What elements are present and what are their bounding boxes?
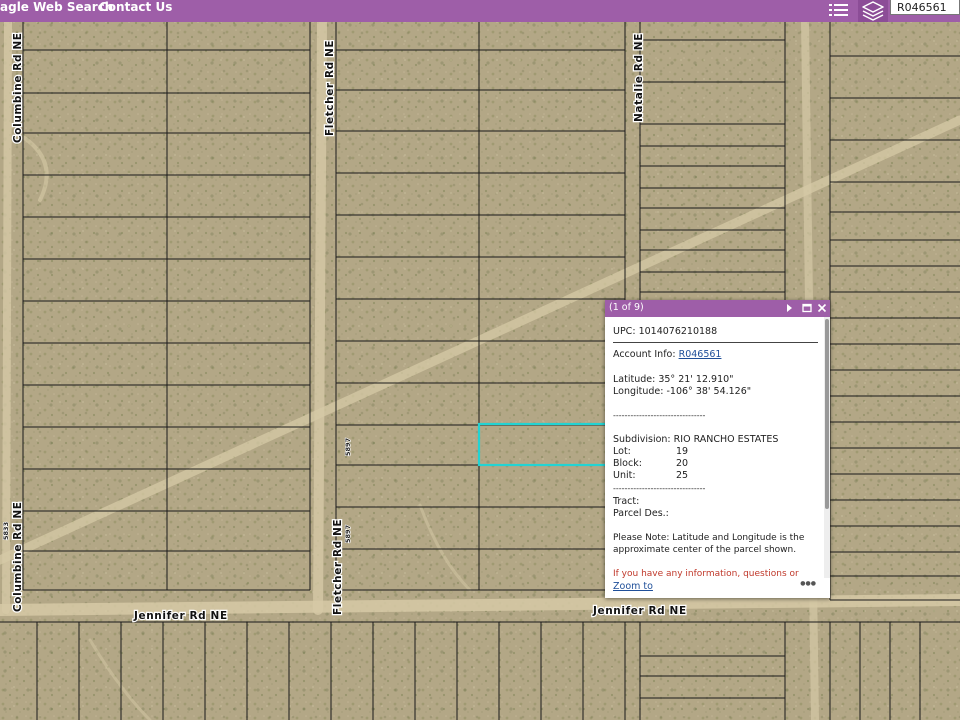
zoom-to-link[interactable]: Zoom to	[613, 581, 653, 592]
road-label-columbine-north: Columbine Rd NE	[12, 32, 24, 143]
subdivision-value: RIO RANCHO ESTATES	[673, 434, 779, 445]
top-toolbar: agle Web Search Contact Us	[0, 0, 960, 22]
scrollbar-thumb[interactable]	[825, 319, 829, 509]
lot-label: Lot:	[613, 446, 631, 457]
account-link[interactable]: R046561	[679, 349, 722, 360]
road-label-fletcher-south: Fletcher Rd NE	[332, 519, 344, 615]
popup-header: (1 of 9)	[605, 300, 830, 317]
block-row: Block: 20	[613, 458, 713, 469]
unit-row: Unit: 25	[613, 470, 713, 481]
more-options-icon[interactable]: ●●●	[800, 580, 816, 587]
upc-row: UPC: 1014076210188	[613, 326, 717, 337]
popup-footer: Zoom to ●●●	[605, 578, 830, 598]
close-icon[interactable]	[816, 302, 828, 314]
road-label-fletcher-north: Fletcher Rd NE	[324, 40, 336, 136]
unit-value: 25	[676, 470, 689, 481]
road-label-columbine-south: Columbine Rd NE	[12, 501, 24, 612]
latitude-row: Latitude: 35° 21' 12.910"	[613, 374, 734, 385]
account-label: Account Info:	[613, 349, 676, 360]
popup-body: UPC: 1014076210188 Account Info: R046561…	[605, 317, 824, 578]
search-input[interactable]	[890, 0, 960, 15]
lot-value: 19	[676, 446, 689, 457]
parcel-info-popup: (1 of 9) UPC: 1014076210188 Account Info…	[605, 300, 830, 598]
separator-line: --------------------------------	[613, 484, 706, 493]
next-feature-icon[interactable]	[783, 302, 795, 314]
nav-link-contact-us[interactable]: Contact Us	[99, 0, 172, 16]
layers-icon[interactable]	[858, 0, 888, 22]
note-line: approximate center of the parcel shown.	[613, 545, 797, 555]
info-text: If you have any information, questions o…	[613, 569, 799, 578]
tract-label: Tract:	[613, 496, 640, 507]
subdivision-label: Subdivision:	[613, 434, 671, 445]
road-label-natalie: Natalie Rd NE	[633, 33, 645, 122]
address-number-label: 5897	[344, 525, 352, 543]
longitude-label: Longitude:	[613, 386, 664, 397]
upc-value: 1014076210188	[638, 326, 718, 337]
address-number-label: 5897	[344, 438, 352, 456]
parcel-description-label: Parcel Des.:	[613, 508, 669, 519]
address-number-label: 5833	[2, 522, 10, 540]
maximize-icon[interactable]	[801, 302, 813, 314]
list-icon[interactable]	[827, 0, 851, 24]
upc-label: UPC:	[613, 326, 636, 337]
note-line: Please Note: Latitude and Longitude is t…	[613, 533, 805, 543]
subdivision-row: Subdivision: RIO RANCHO ESTATES	[613, 434, 778, 445]
latitude-value: 35° 21' 12.910"	[658, 374, 734, 385]
account-row: Account Info: R046561	[613, 349, 721, 360]
popup-scrollbar[interactable]	[824, 317, 830, 578]
block-label: Block:	[613, 458, 642, 469]
longitude-value: -106° 38' 54.126"	[666, 386, 752, 397]
nav-link-web-search[interactable]: agle Web Search	[0, 0, 113, 16]
separator-line: --------------------------------	[613, 411, 706, 420]
divider	[613, 342, 818, 343]
block-value: 20	[676, 458, 689, 469]
popup-page-indicator: (1 of 9)	[609, 302, 644, 313]
latitude-label: Latitude:	[613, 374, 656, 385]
road-label-jennifer-east: Jennifer Rd NE	[592, 605, 687, 617]
unit-label: Unit:	[613, 470, 636, 481]
longitude-row: Longitude: -106° 38' 54.126"	[613, 386, 751, 397]
lot-row: Lot: 19	[613, 446, 713, 457]
road-label-jennifer-west: Jennifer Rd NE	[133, 610, 228, 622]
